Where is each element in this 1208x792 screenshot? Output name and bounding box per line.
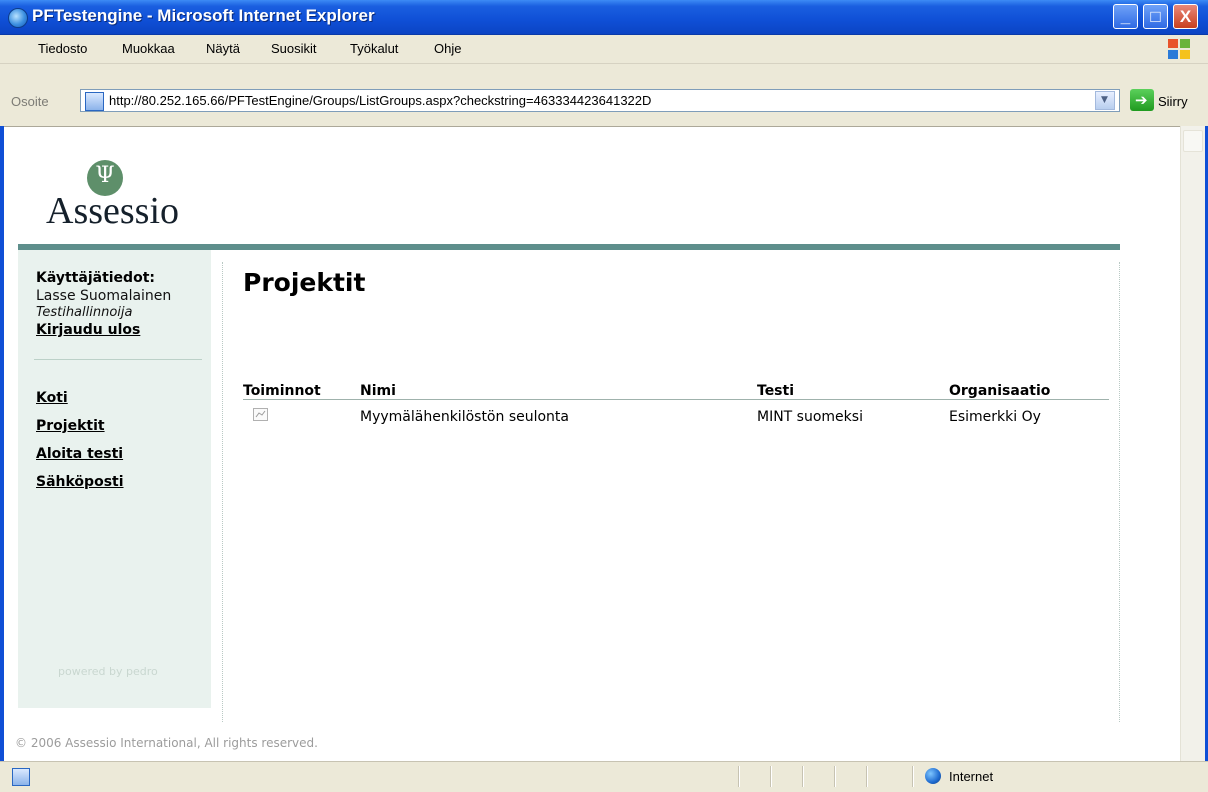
chevron-down-icon: ▼ xyxy=(1101,95,1108,105)
address-url: http://80.252.165.66/PFTestEngine/Groups… xyxy=(109,93,652,108)
menu-view[interactable]: Näytä xyxy=(206,41,240,56)
column-header-organization: Organisaatio xyxy=(949,383,1051,399)
status-segment xyxy=(866,766,868,787)
nav-home-link[interactable]: Koti xyxy=(36,390,68,406)
title-bar: PFTestengine - Microsoft Internet Explor… xyxy=(0,0,1208,35)
close-button[interactable]: X xyxy=(1173,4,1198,29)
windows-logo-icon xyxy=(1168,39,1190,59)
maximize-button[interactable]: □ xyxy=(1143,4,1168,29)
column-header-test: Testi xyxy=(757,383,795,399)
nav-email-link[interactable]: Sähköposti xyxy=(36,474,124,490)
status-bar: Internet xyxy=(0,761,1208,792)
status-segment xyxy=(738,766,740,787)
user-name: Lasse Suomalainen xyxy=(36,288,172,304)
ie-icon xyxy=(8,8,28,28)
go-label[interactable]: Siirry xyxy=(1158,94,1188,109)
copyright-text: © 2006 Assessio International, All right… xyxy=(15,736,318,750)
column-header-name: Nimi xyxy=(360,383,396,399)
scrollbar-thumb[interactable] xyxy=(1183,130,1203,152)
table-cell-organization: Esimerkki Oy xyxy=(949,409,1041,425)
menu-favorites[interactable]: Suosikit xyxy=(271,41,317,56)
arrow-right-icon: ➔ xyxy=(1135,91,1148,109)
column-header-actions: Toiminnot xyxy=(243,383,321,399)
powered-by-text: powered by pedro xyxy=(58,665,158,678)
address-bar: Osoite http://80.252.165.66/PFTestEngine… xyxy=(0,64,1208,126)
nav-projects-link[interactable]: Projektit xyxy=(36,418,105,434)
user-role: Testihallinnoija xyxy=(36,305,133,320)
content-dotted-border xyxy=(1119,262,1120,722)
psi-icon: Ψ xyxy=(95,163,115,188)
menu-edit[interactable]: Muokkaa xyxy=(122,41,175,56)
user-info-heading: Käyttäjätiedot: xyxy=(36,270,155,286)
address-input[interactable]: http://80.252.165.66/PFTestEngine/Groups… xyxy=(80,89,1120,112)
table-header-divider xyxy=(243,399,1109,400)
menu-file[interactable]: Tiedosto xyxy=(38,41,87,56)
page-icon xyxy=(85,92,104,111)
page-status-icon xyxy=(12,768,30,786)
vertical-scrollbar[interactable] xyxy=(1180,126,1205,761)
results-chart-icon[interactable] xyxy=(253,408,268,421)
address-dropdown-button[interactable]: ▼ xyxy=(1095,91,1115,110)
go-button[interactable]: ➔ xyxy=(1130,89,1154,111)
menu-tools[interactable]: Työkalut xyxy=(350,41,398,56)
status-segment xyxy=(912,766,914,787)
maximize-icon: □ xyxy=(1150,7,1161,26)
nav-start-test-link[interactable]: Aloita testi xyxy=(36,446,123,462)
logout-link[interactable]: Kirjaudu ulos xyxy=(36,322,140,338)
table-cell-test: MINT suomeksi xyxy=(757,409,863,425)
minimize-icon: _ xyxy=(1120,7,1131,26)
sidebar-separator xyxy=(34,359,202,360)
menu-bar: Tiedosto Muokkaa Näytä Suosikit Työkalut… xyxy=(0,35,1208,64)
assessio-logo-text: Assessio xyxy=(46,190,180,232)
page-title: Projektit xyxy=(243,268,366,297)
minimize-button[interactable]: _ xyxy=(1113,4,1138,29)
address-label: Osoite xyxy=(11,94,49,109)
status-segment xyxy=(802,766,804,787)
internet-zone-icon xyxy=(925,768,941,784)
sidebar-dotted-border xyxy=(222,262,223,722)
status-segment xyxy=(834,766,836,787)
security-zone-label: Internet xyxy=(949,769,994,784)
menu-help[interactable]: Ohje xyxy=(434,41,461,56)
close-icon: X xyxy=(1179,7,1192,26)
status-segment xyxy=(770,766,772,787)
window-title: PFTestengine - Microsoft Internet Explor… xyxy=(32,6,375,25)
table-cell-name: Myymälähenkilöstön seulonta xyxy=(360,409,569,425)
